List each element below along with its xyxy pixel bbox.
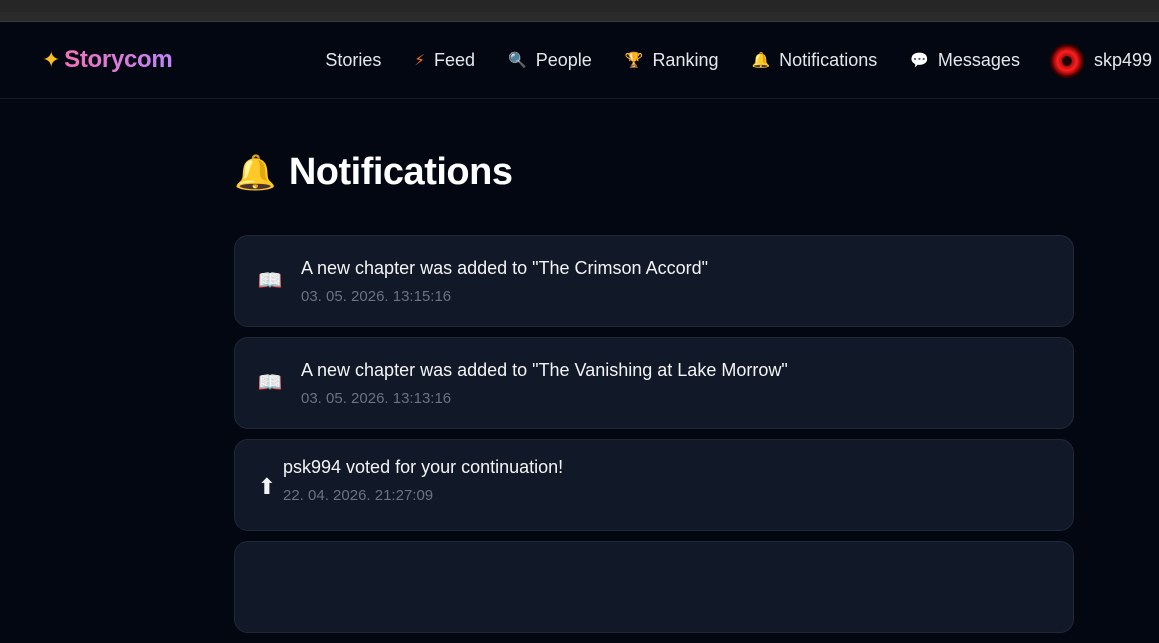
bell-icon: 🔔 [751, 52, 771, 69]
notification-text: A new chapter was added to "The Crimson … [301, 257, 708, 278]
browser-tab-strip [0, 0, 1159, 12]
nav-stories-label: Stories [325, 50, 382, 70]
notification-item[interactable]: 📖 A new chapter was added to "The Crimso… [234, 235, 1074, 327]
lightning-icon: ⚡ [414, 52, 425, 69]
notification-body: psk994 voted for your continuation! 22. … [283, 457, 563, 504]
nav-notifications-label: Notifications [779, 50, 878, 70]
bell-icon: 🔔 [234, 153, 276, 192]
brand-name: Storycom [64, 46, 173, 73]
notification-timestamp: 22. 04. 2026. 21:27:09 [283, 486, 434, 504]
main-nav: Stories ⚡ Feed 🔍 People 🏆 Ranking 🔔 Noti… [325, 22, 1159, 99]
notification-timestamp: 03. 05. 2026. 13:15:16 [301, 287, 452, 305]
nav-messages[interactable]: 💬 Messages [910, 50, 1020, 71]
brand-logo[interactable]: ✦ Storycom [42, 46, 173, 74]
user-name[interactable]: skp499 [1094, 50, 1152, 71]
notification-item[interactable]: ⬆ psk994 voted for your continuation! 22… [234, 439, 1074, 531]
nav-people[interactable]: 🔍 People [508, 50, 592, 71]
page-title: 🔔 Notifications [234, 151, 1074, 194]
open-book-icon: 📖 [257, 270, 283, 292]
notification-body: A new chapter was added to "The Vanishin… [301, 360, 788, 407]
nav-messages-label: Messages [937, 50, 1020, 70]
magnifier-icon: 🔍 [508, 52, 527, 69]
page-title-text: Notifications [288, 151, 513, 193]
nav-ranking-label: Ranking [652, 50, 719, 70]
notification-list: 📖 A new chapter was added to "The Crimso… [234, 235, 1074, 633]
nav-feed[interactable]: ⚡ Feed [414, 50, 475, 71]
notification-item[interactable] [234, 541, 1074, 633]
notification-text: psk994 voted for your continuation! [283, 456, 564, 477]
notification-item[interactable]: 📖 A new chapter was added to "The Vanish… [234, 337, 1074, 429]
nav-feed-label: Feed [433, 50, 475, 70]
open-book-icon: 📖 [257, 372, 283, 394]
browser-chrome [0, 0, 1159, 22]
notification-timestamp: 03. 05. 2026. 13:13:16 [301, 389, 452, 407]
nav-stories[interactable]: Stories [325, 50, 381, 71]
notification-body: A new chapter was added to "The Crimson … [301, 258, 708, 305]
speech-bubble-icon: 💬 [910, 52, 929, 69]
notification-text: A new chapter was added to "The Vanishin… [301, 359, 788, 380]
nav-people-label: People [535, 50, 592, 70]
trophy-icon: 🏆 [624, 52, 644, 69]
notifications-page: 🔔 Notifications 📖 A new chapter was adde… [234, 99, 1074, 643]
sparkle-icon: ✦ [42, 47, 61, 72]
up-arrow-icon: ⬆ [257, 474, 277, 499]
top-navbar: ✦ Storycom Stories ⚡ Feed 🔍 People 🏆 Ran… [0, 22, 1159, 99]
user-avatar[interactable] [1049, 43, 1084, 78]
nav-notifications[interactable]: 🔔 Notifications [751, 50, 877, 71]
nav-ranking[interactable]: 🏆 Ranking [625, 50, 719, 71]
